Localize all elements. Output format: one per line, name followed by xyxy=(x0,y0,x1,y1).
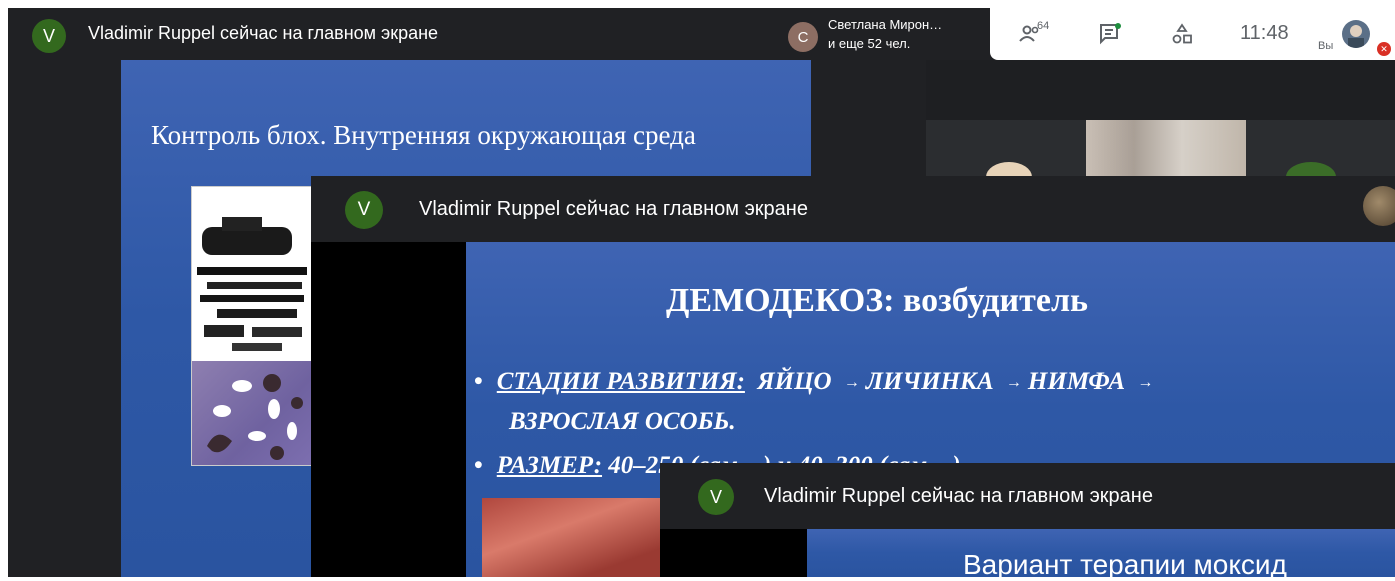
meeting-topbar: С Светлана Мирон… и еще 52 чел. 64 11:48… xyxy=(778,8,1395,60)
chat-icon xyxy=(1100,23,1121,45)
arrow-right-icon: → xyxy=(1137,374,1154,392)
mic-off-icon: ✕ xyxy=(1377,42,1391,56)
presenter-avatar: V xyxy=(345,191,383,229)
presentation-banner: V Vladimir Ruppel сейчас на главном экра… xyxy=(311,176,1351,242)
activities-button[interactable] xyxy=(1162,8,1202,60)
participant-tile[interactable] xyxy=(1086,120,1246,180)
participant-area xyxy=(926,60,1395,120)
shared-screen-3: V Vladimir Ruppel сейчас на главном экра… xyxy=(660,463,1395,580)
presenter-chip[interactable]: С Светлана Мирон… и еще 52 чел. xyxy=(778,8,988,60)
presenter-avatar: V xyxy=(32,19,66,53)
presentation-banner-text: Vladimir Ruppel сейчас на главном экране xyxy=(88,23,439,43)
presenter-others: и еще 52 чел. xyxy=(828,36,911,51)
stage-larva: ЛИЧИНКА xyxy=(865,368,994,395)
slide-3-title: Вариант терапии моксид xyxy=(963,549,1287,580)
chat-button[interactable] xyxy=(1090,8,1130,60)
presentation-banner-text: Vladimir Ruppel сейчас на главном экране xyxy=(419,198,808,220)
stages-label: СТАДИИ РАЗВИТИЯ: xyxy=(496,368,745,395)
slide-3: Вариант терапии моксид xyxy=(807,529,1395,580)
stage-egg: ЯЙЦО xyxy=(757,368,832,395)
arrow-right-icon: → xyxy=(843,374,860,392)
presenter-avatar: С xyxy=(788,22,818,52)
size-label: РАЗМЕР: xyxy=(496,452,603,479)
participant-tiles xyxy=(926,120,1395,192)
arrow-right-icon: → xyxy=(1005,374,1022,392)
presenter-name: Светлана Мирон… xyxy=(828,17,943,32)
slide-2-image xyxy=(482,498,662,577)
presentation-banner: V Vladimir Ruppel сейчас на главном экра… xyxy=(660,463,1395,529)
slide-2-bullet-1-cont: ВЗРОСЛАЯ ОСОБЬ. xyxy=(509,408,736,435)
presenter-avatar: V xyxy=(698,479,734,515)
presentation-banner-text: Vladimir Ruppel сейчас на главном экране xyxy=(764,485,1153,507)
meeting-controls: 64 11:48 Вы ✕ xyxy=(990,8,1395,60)
self-view-thumbnail[interactable] xyxy=(1351,176,1395,242)
activities-icon xyxy=(1172,23,1192,44)
flea-eggs-image xyxy=(192,361,314,465)
presentation-banner: V Vladimir Ruppel сейчас на главном экра… xyxy=(8,8,788,60)
stage-nymph: НИМФА xyxy=(1027,368,1126,395)
participants-count: 64 xyxy=(1037,20,1050,32)
slide-1-image xyxy=(191,186,315,466)
slide-2-bullet-1: • СТАДИИ РАЗВИТИЯ: ЯЙЦО → ЛИЧИНКА → НИМФА → xyxy=(474,368,1154,395)
participants-button[interactable]: 64 xyxy=(1010,8,1050,60)
slide-2-title: ДЕМОДЕКОЗ: возбудитель xyxy=(666,282,1088,319)
vacuum-cleaner-image xyxy=(197,217,307,351)
clock: 11:48 xyxy=(1240,22,1289,44)
slide-1-title: Контроль блох. Внутренняя окружающая сре… xyxy=(151,120,696,150)
self-avatar[interactable] xyxy=(1342,20,1370,48)
self-label: Вы xyxy=(1318,40,1334,52)
